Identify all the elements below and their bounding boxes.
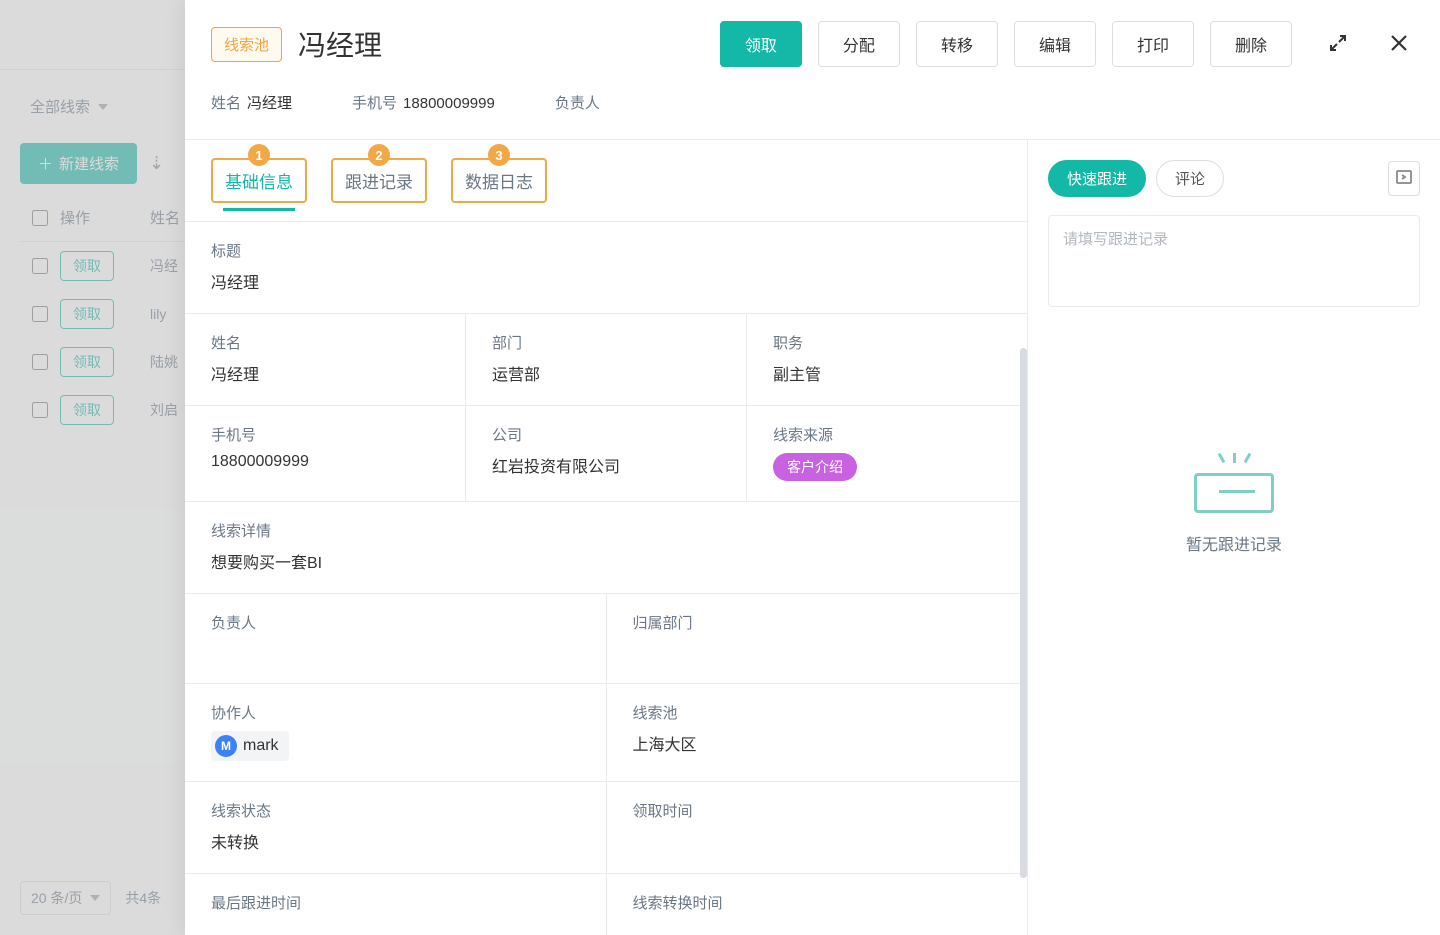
field-convert-time: 线索转换时间 bbox=[607, 873, 1028, 935]
field-collaborator: 协作人 M mark bbox=[185, 683, 607, 781]
empty-state-text: 暂无跟进记录 bbox=[1186, 531, 1282, 555]
scrollbar[interactable] bbox=[1020, 348, 1027, 878]
field-label: 归属部门 bbox=[633, 612, 1002, 633]
field-value: 冯经理 bbox=[211, 269, 1001, 293]
sub-owner-label: 负责人 bbox=[555, 95, 600, 112]
page-title: 冯经理 bbox=[298, 24, 382, 64]
field-value: 未转换 bbox=[211, 829, 580, 853]
comment-tab[interactable]: 评论 bbox=[1156, 160, 1224, 197]
field-value: 18800009999 bbox=[211, 453, 439, 475]
lead-pool-tag: 线索池 bbox=[211, 27, 282, 62]
sub-name-value: 冯经理 bbox=[247, 95, 292, 112]
field-detail: 线索详情 想要购买一套BI bbox=[185, 501, 1027, 593]
tab-badge-3: 3 bbox=[488, 144, 510, 166]
source-tag: 客户介绍 bbox=[773, 453, 857, 481]
field-phone: 手机号 18800009999 bbox=[185, 405, 466, 501]
field-department: 部门 运营部 bbox=[466, 313, 747, 405]
quick-followup-tab[interactable]: 快速跟进 bbox=[1048, 160, 1146, 197]
field-source: 线索来源 客户介绍 bbox=[747, 405, 1027, 501]
collaborator-chip[interactable]: M mark bbox=[211, 731, 289, 761]
field-label: 公司 bbox=[492, 424, 720, 445]
field-owner-dept: 归属部门 bbox=[607, 593, 1028, 683]
field-label: 领取时间 bbox=[633, 800, 1002, 821]
field-value: 红岩投资有限公司 bbox=[492, 453, 720, 477]
field-value: 运营部 bbox=[492, 361, 720, 385]
field-owner: 负责人 bbox=[185, 593, 607, 683]
assign-button[interactable]: 分配 bbox=[818, 21, 900, 67]
sub-phone-value: 18800009999 bbox=[403, 95, 495, 112]
field-label: 最后跟进时间 bbox=[211, 892, 580, 913]
delete-button[interactable]: 删除 bbox=[1210, 21, 1292, 67]
field-title: 标题 冯经理 bbox=[185, 221, 1027, 313]
edit-button[interactable]: 编辑 bbox=[1014, 21, 1096, 67]
activity-column: 快速跟进 评论 请填写跟进记录 暂无跟进记录 bbox=[1027, 140, 1440, 935]
field-value: 副主管 bbox=[773, 361, 1001, 385]
field-lead-pool: 线索池 上海大区 bbox=[607, 683, 1028, 781]
field-label: 负责人 bbox=[211, 612, 580, 633]
field-value bbox=[633, 641, 1002, 663]
inbox-icon bbox=[1194, 457, 1274, 513]
field-value bbox=[633, 829, 1002, 851]
field-label: 协作人 bbox=[211, 702, 580, 723]
field-value: 冯经理 bbox=[211, 361, 439, 385]
tab-badge-2: 2 bbox=[368, 144, 390, 166]
sub-name-label: 姓名 bbox=[211, 95, 241, 112]
expand-icon[interactable] bbox=[1324, 29, 1352, 60]
field-value: 上海大区 bbox=[633, 731, 1002, 755]
field-status: 线索状态 未转换 bbox=[185, 781, 607, 873]
content-column: 1 基础信息 2 跟进记录 3 数据日志 标题 冯经理 bbox=[185, 140, 1027, 935]
avatar: M bbox=[215, 735, 237, 757]
followup-placeholder: 请填写跟进记录 bbox=[1063, 231, 1168, 248]
field-last-follow: 最后跟进时间 bbox=[185, 873, 607, 935]
close-icon[interactable] bbox=[1384, 28, 1414, 61]
field-label: 线索详情 bbox=[211, 520, 1001, 541]
lead-detail-panel: 线索池 冯经理 领取 分配 转移 编辑 打印 删除 姓名冯经理 手机号18800… bbox=[185, 0, 1440, 935]
field-label: 手机号 bbox=[211, 424, 439, 445]
panel-header: 线索池 冯经理 领取 分配 转移 编辑 打印 删除 bbox=[185, 0, 1440, 88]
field-position: 职务 副主管 bbox=[747, 313, 1027, 405]
transfer-button[interactable]: 转移 bbox=[916, 21, 998, 67]
sub-phone-label: 手机号 bbox=[352, 95, 397, 112]
tab-badge-1: 1 bbox=[248, 144, 270, 166]
field-label: 线索来源 bbox=[773, 424, 1001, 445]
followup-textarea[interactable]: 请填写跟进记录 bbox=[1048, 215, 1420, 307]
field-label: 线索转换时间 bbox=[633, 892, 1002, 913]
field-label: 职务 bbox=[773, 332, 1001, 353]
field-value: 想要购买一套BI bbox=[211, 549, 1001, 573]
field-label: 部门 bbox=[492, 332, 720, 353]
field-label: 标题 bbox=[211, 240, 1001, 261]
collapse-panel-icon[interactable] bbox=[1388, 161, 1420, 196]
info-scroll-area[interactable]: 标题 冯经理 姓名 冯经理 部门 运营部 职务 副主管 bbox=[185, 221, 1027, 935]
claim-button[interactable]: 领取 bbox=[720, 21, 802, 67]
tab-active-indicator bbox=[223, 208, 295, 211]
field-company: 公司 红岩投资有限公司 bbox=[466, 405, 747, 501]
field-claim-time: 领取时间 bbox=[607, 781, 1028, 873]
collaborator-name: mark bbox=[243, 737, 279, 755]
panel-subheader: 姓名冯经理 手机号 18800009999 负责人 bbox=[185, 88, 1440, 139]
print-button[interactable]: 打印 bbox=[1112, 21, 1194, 67]
field-label: 线索状态 bbox=[211, 800, 580, 821]
field-value bbox=[211, 641, 580, 663]
field-label: 姓名 bbox=[211, 332, 439, 353]
field-name: 姓名 冯经理 bbox=[185, 313, 466, 405]
field-label: 线索池 bbox=[633, 702, 1002, 723]
